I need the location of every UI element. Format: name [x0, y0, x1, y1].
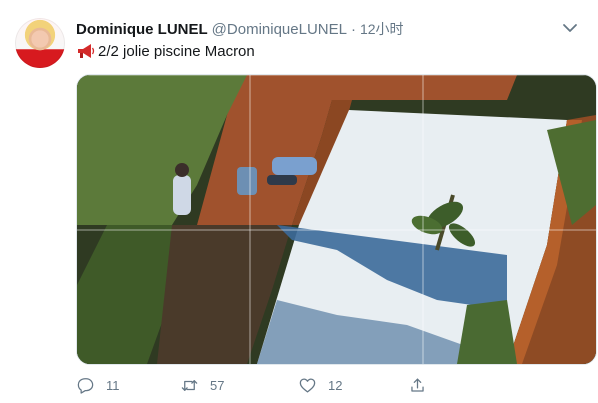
reply-count: 11	[106, 377, 120, 393]
tweet-text: 2/2 jolie piscine Macron	[76, 42, 255, 60]
reply-icon	[77, 377, 94, 394]
share-button[interactable]	[408, 376, 438, 395]
megaphone-icon	[78, 44, 95, 58]
reply-button[interactable]: 11	[76, 376, 180, 395]
heart-icon	[299, 378, 316, 392]
tweet-header: Dominique LUNEL @DominiqueLUNEL · 12小时	[76, 18, 404, 40]
tweet-photo[interactable]	[76, 74, 597, 365]
like-button[interactable]: 12	[298, 376, 408, 395]
pool-photo-graphic	[77, 75, 596, 364]
retweet-icon	[181, 379, 198, 391]
header-separator: ·	[350, 20, 356, 38]
tweet-body: 2/2 jolie piscine Macron	[98, 42, 255, 60]
retweet-count: 57	[210, 377, 225, 393]
like-count: 12	[328, 377, 343, 393]
share-icon	[411, 378, 424, 392]
author-name[interactable]: Dominique LUNEL	[76, 21, 208, 38]
retweet-button[interactable]: 57	[180, 376, 298, 395]
tweet-card[interactable]: Dominique LUNEL @DominiqueLUNEL · 12小时 2…	[0, 0, 598, 403]
tweet-actions: 11 57 12	[76, 372, 438, 398]
author-avatar[interactable]	[15, 18, 65, 68]
author-handle[interactable]: @DominiqueLUNEL	[212, 21, 347, 38]
tweet-timestamp[interactable]: 12小时	[360, 19, 404, 39]
chevron-down-icon[interactable]	[560, 18, 580, 38]
